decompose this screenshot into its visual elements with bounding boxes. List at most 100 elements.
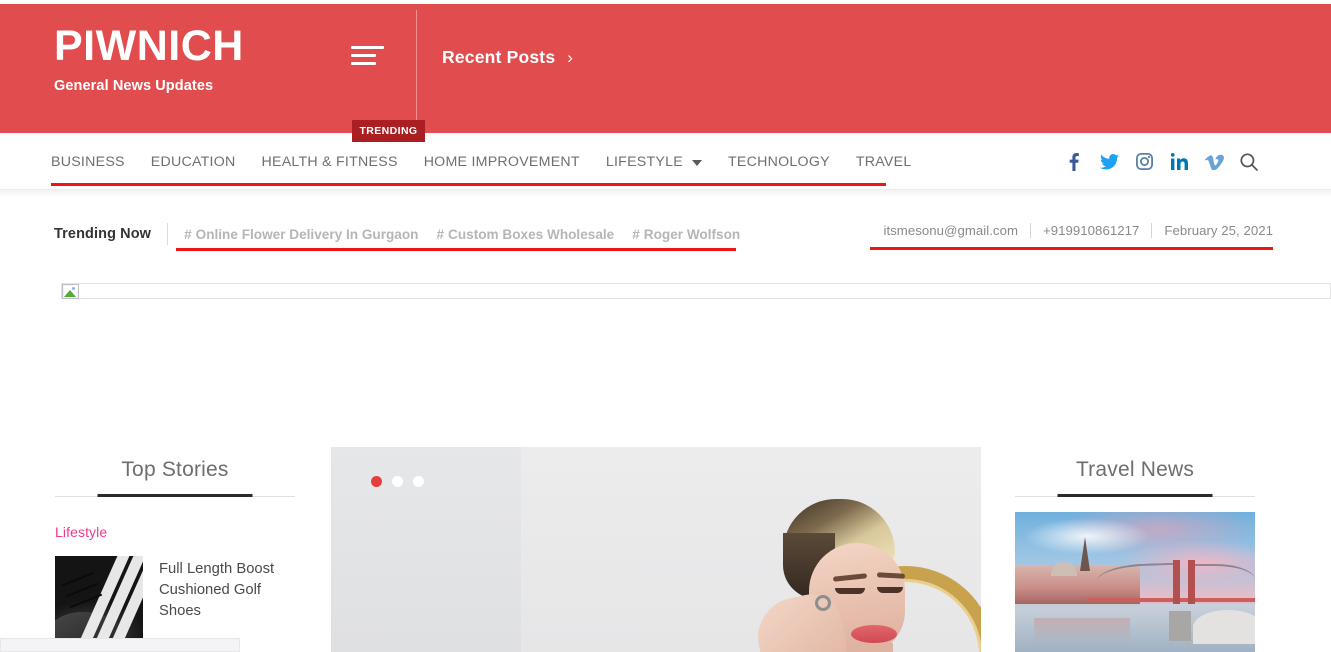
featured-carousel[interactable] (331, 447, 981, 652)
trending-divider (167, 223, 169, 245)
hash-icon: # (184, 226, 192, 242)
bridge-arch (1192, 609, 1255, 644)
trending-item-list: # Online Flower Delivery In Gurgaon # Cust… (184, 227, 740, 242)
category-label-lifestyle[interactable]: Lifestyle (55, 524, 295, 540)
church-spire (1079, 536, 1090, 571)
hamburger-icon[interactable] (351, 46, 387, 72)
broken-image-fold (73, 285, 78, 290)
trending-item-label: Roger Wolfson (643, 226, 741, 242)
site-tagline: General News Updates (54, 78, 214, 94)
nav-item-home-improvement[interactable]: HOME IMPROVEMENT (411, 154, 593, 170)
golf-shoe-photo (55, 556, 143, 646)
hamburger-line-1 (351, 46, 384, 49)
site-title: PIWNICH (54, 22, 244, 70)
section-rule-accent (97, 494, 253, 497)
hash-icon: # (632, 226, 640, 242)
contact-phone[interactable]: +919910861217 (1043, 223, 1139, 238)
trending-item-label: Online Flower Delivery In Gurgaon (195, 226, 419, 242)
nav-item-travel[interactable]: TRAVEL (843, 154, 925, 170)
list-item[interactable]: Full Length Boost Cushioned Golf Shoes (55, 556, 295, 646)
trending-item-label: Custom Boxes Wholesale (448, 226, 615, 242)
nav-label: TECHNOLOGY (728, 153, 830, 170)
trending-now-label: Trending Now (54, 226, 152, 242)
nav-label: EDUCATION (150, 153, 236, 170)
facebook-icon[interactable] (1064, 152, 1084, 172)
site-header: PIWNICH General News Updates Recent Post… (0, 4, 1331, 133)
hash-icon: # (436, 226, 445, 242)
top-stories-column: Top Stories Lifestyle Full Length Boost … (55, 455, 295, 646)
story-title[interactable]: Full Length Boost Cushioned Golf Shoes (159, 556, 295, 646)
vimeo-icon[interactable] (1204, 152, 1224, 172)
woman-portrait-photo (521, 447, 981, 652)
left-sidebar-edge (0, 638, 240, 652)
nav-label: TRAVEL (855, 153, 912, 170)
main-navigation: BUSINESS EDUCATION HEALTH & FITNESS HOME… (0, 133, 1331, 190)
hamburger-line-2 (351, 54, 376, 57)
trending-item-1[interactable]: # Online Flower Delivery In Gurgaon (184, 227, 418, 242)
bridge-tower (1173, 560, 1181, 605)
eye (877, 587, 903, 593)
story-thumbnail[interactable] (55, 556, 143, 646)
broken-image-icon (62, 284, 79, 299)
portrait-canvas (521, 447, 981, 652)
recent-posts-link[interactable]: Recent Posts › (442, 47, 573, 68)
chevron-right-icon: › (567, 48, 574, 67)
broken-image-hill (64, 290, 76, 297)
trending-badge: TRENDING (352, 120, 425, 142)
shoe-lace (65, 582, 99, 598)
nav-item-technology[interactable]: TECHNOLOGY (715, 154, 843, 170)
recent-posts-label: Recent Posts (442, 47, 556, 67)
bridge-cable (1187, 564, 1255, 590)
nav-item-education[interactable]: EDUCATION (138, 154, 249, 170)
nav-item-health-fitness[interactable]: HEALTH & FITNESS (249, 154, 411, 170)
nav-item-lifestyle[interactable]: LIFESTYLE (593, 154, 715, 170)
nav-label: LIFESTYLE (605, 153, 683, 170)
carousel-dot-3[interactable] (413, 476, 424, 487)
meta-underline-highlight (870, 247, 1273, 250)
twitter-icon[interactable] (1099, 152, 1119, 172)
instagram-icon[interactable] (1134, 152, 1154, 172)
lips (851, 625, 897, 643)
shoe-lace (61, 571, 95, 587)
nav-item-list: BUSINESS EDUCATION HEALTH & FITNESS HOME… (51, 133, 924, 190)
carousel-slide (331, 447, 981, 652)
ad-banner-placeholder (61, 283, 1331, 299)
nav-underline-highlight (51, 183, 886, 186)
travel-news-header: Travel News (1015, 455, 1255, 497)
top-stories-header: Top Stories (55, 455, 295, 497)
water-reflection (1034, 618, 1131, 644)
nav-label: HEALTH & FITNESS (261, 153, 398, 170)
contact-email[interactable]: itsmesonu@gmail.com (883, 223, 1018, 238)
carousel-dot-2[interactable] (392, 476, 403, 487)
header-divider (416, 10, 417, 128)
bridge-deck (1087, 597, 1255, 602)
site-branding[interactable]: PIWNICH General News Updates (54, 21, 244, 96)
trending-item-3[interactable]: # Roger Wolfson (632, 227, 740, 242)
trending-item-2[interactable]: # Custom Boxes Wholesale (436, 227, 614, 242)
subbar-shadow (0, 190, 1331, 197)
chevron-down-icon[interactable] (692, 159, 702, 166)
bridge-tower (1187, 560, 1195, 605)
linkedin-icon[interactable] (1169, 152, 1189, 172)
carousel-dots (371, 476, 424, 487)
section-title: Top Stories (121, 458, 229, 481)
nav-label: HOME IMPROVEMENT (423, 153, 580, 170)
carousel-dot-1[interactable] (371, 476, 382, 487)
section-rule-accent (1057, 494, 1213, 497)
ring (815, 595, 831, 611)
hamburger-line-3 (351, 62, 376, 65)
travel-news-column: Travel News (1015, 455, 1255, 652)
social-links (1064, 133, 1259, 190)
header-contact-meta: itsmesonu@gmail.com +919910861217 Februa… (883, 223, 1273, 238)
trending-underline-highlight (176, 248, 736, 251)
meta-divider (1030, 223, 1031, 238)
page-root: PIWNICH General News Updates Recent Post… (0, 0, 1331, 652)
nav-item-business[interactable]: BUSINESS (51, 154, 138, 170)
eye (835, 588, 865, 594)
trending-now-group: Trending Now # Online Flower Delivery In … (54, 223, 740, 245)
meta-divider (1151, 223, 1153, 238)
nav-label: BUSINESS (51, 153, 125, 170)
section-title: Travel News (1075, 458, 1195, 481)
city-bridge-sunset-photo[interactable] (1015, 512, 1255, 652)
search-icon[interactable] (1239, 152, 1259, 172)
